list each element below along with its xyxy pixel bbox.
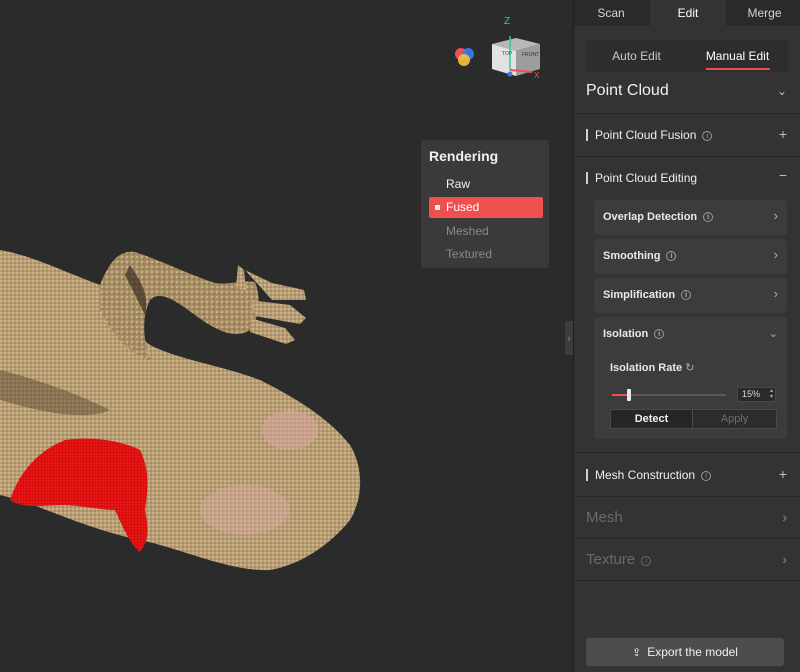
point-cloud-editing-label: Point Cloud Editing	[595, 171, 698, 185]
group-marker	[586, 129, 588, 141]
edit-mode-switch: Auto Edit Manual Edit	[586, 40, 788, 72]
info-icon[interactable]: i	[641, 556, 652, 566]
isolation-rate-input[interactable]: 15% ▴ ▾	[737, 387, 776, 402]
manual-edit-tab[interactable]: Manual Edit	[687, 40, 788, 72]
gizmo-face-front: FRONT	[522, 52, 539, 58]
rendering-option-raw[interactable]: Raw	[429, 174, 543, 195]
app-window: TOP FRONT Z X Rendering Raw Fused Meshed…	[0, 0, 800, 672]
export-model-button[interactable]: ⇪ Export the model	[586, 638, 784, 666]
chevron-right-icon: ›	[782, 551, 787, 567]
info-icon[interactable]: i	[666, 251, 677, 261]
side-panel: Scan Edit Merge Auto Edit Manual Edit Po…	[573, 0, 800, 672]
point-cloud-model[interactable]	[0, 0, 573, 672]
rendering-option-meshed[interactable]: Meshed	[429, 221, 543, 242]
info-icon[interactable]: i	[654, 329, 665, 339]
info-icon[interactable]: i	[681, 290, 692, 300]
isolation-rate-slider[interactable]	[612, 389, 726, 401]
3d-viewport[interactable]: TOP FRONT Z X Rendering Raw Fused Meshed…	[0, 0, 573, 672]
divider	[574, 156, 800, 157]
orientation-cube-icon[interactable]: TOP FRONT Z X	[492, 16, 540, 80]
minus-icon[interactable]: −	[779, 167, 787, 183]
plus-icon[interactable]: +	[779, 466, 787, 482]
stepper-icon[interactable]: ▴ ▾	[770, 388, 773, 400]
mesh-construction-label: Mesh Construction	[595, 468, 696, 482]
tab-scan[interactable]: Scan	[574, 0, 648, 26]
isolation-label: Isolation	[603, 328, 649, 340]
plus-icon[interactable]: +	[779, 126, 787, 142]
rendering-option-textured[interactable]: Textured	[429, 244, 543, 265]
rendering-title: Rendering	[429, 148, 499, 164]
mesh-title: Mesh	[586, 509, 623, 526]
x-axis-label: X	[534, 71, 540, 80]
panel-collapse-handle[interactable]: ›	[565, 321, 573, 355]
mesh-section-header[interactable]: Mesh ›	[574, 509, 800, 529]
isolation-rate-label: Isolation Rate	[610, 362, 683, 374]
tool-simplification[interactable]: Simplification i ›	[594, 278, 787, 313]
detect-button[interactable]: Detect	[610, 409, 693, 429]
isolation-rate-row: Isolation Rate ↻	[610, 361, 694, 374]
chevron-right-icon: ›	[773, 208, 778, 223]
info-icon[interactable]: i	[703, 212, 714, 222]
divider	[574, 452, 800, 453]
tool-overlap-detection[interactable]: Overlap Detection i ›	[594, 200, 787, 235]
refresh-icon[interactable]: ↻	[685, 361, 694, 374]
rendering-option-fused[interactable]: Fused	[429, 197, 543, 218]
divider	[574, 496, 800, 497]
texture-title: Texture	[586, 551, 636, 568]
auto-edit-tab[interactable]: Auto Edit	[586, 40, 687, 72]
tool-smoothing[interactable]: Smoothing i ›	[594, 239, 787, 274]
point-cloud-fusion-header[interactable]: Point Cloud Fusion i +	[574, 126, 800, 146]
info-icon[interactable]: i	[701, 471, 712, 481]
tool-isolation: Isolation i ⌄ Isolation Rate ↻ 15% ▴ ▾ Det…	[594, 317, 787, 439]
export-label: Export the model	[647, 645, 738, 659]
info-icon[interactable]: i	[702, 131, 713, 141]
divider	[574, 580, 800, 581]
color-mode-icon[interactable]	[455, 48, 474, 66]
divider	[574, 113, 800, 114]
mesh-construction-header[interactable]: Mesh Construction i +	[574, 466, 800, 486]
divider	[574, 538, 800, 539]
tab-edit[interactable]: Edit	[650, 0, 726, 26]
rendering-panel: Rendering Raw Fused Meshed Textured	[421, 140, 549, 268]
z-axis-label: Z	[504, 16, 510, 27]
group-marker	[586, 469, 588, 481]
main-tabs: Scan Edit Merge	[574, 0, 800, 26]
point-cloud-section-header[interactable]: Point Cloud ⌄	[574, 82, 800, 104]
smoothing-label: Smoothing	[603, 250, 661, 262]
point-cloud-title: Point Cloud	[586, 82, 669, 99]
overlap-detection-label: Overlap Detection	[603, 211, 698, 223]
tab-merge[interactable]: Merge	[728, 0, 800, 26]
point-cloud-fusion-label: Point Cloud Fusion	[595, 128, 697, 142]
texture-section-header[interactable]: Texture i ›	[574, 551, 800, 571]
group-marker	[586, 172, 588, 184]
view-navigation-gizmo[interactable]: TOP FRONT Z X	[452, 14, 552, 84]
gizmo-face-top: TOP	[502, 51, 513, 57]
isolation-rate-value: 15%	[742, 389, 761, 399]
slider-handle[interactable]	[627, 389, 631, 401]
chevron-down-icon: ⌄	[776, 84, 787, 98]
chevron-right-icon: ›	[773, 247, 778, 262]
point-cloud-editing-header[interactable]: Point Cloud Editing −	[574, 167, 800, 189]
chevron-right-icon: ›	[773, 286, 778, 301]
chevron-right-icon: ›	[782, 509, 787, 525]
chevron-down-icon[interactable]: ⌄	[769, 327, 778, 340]
export-icon: ⇪	[632, 647, 642, 659]
simplification-label: Simplification	[603, 289, 676, 301]
apply-button[interactable]: Apply	[693, 409, 777, 429]
